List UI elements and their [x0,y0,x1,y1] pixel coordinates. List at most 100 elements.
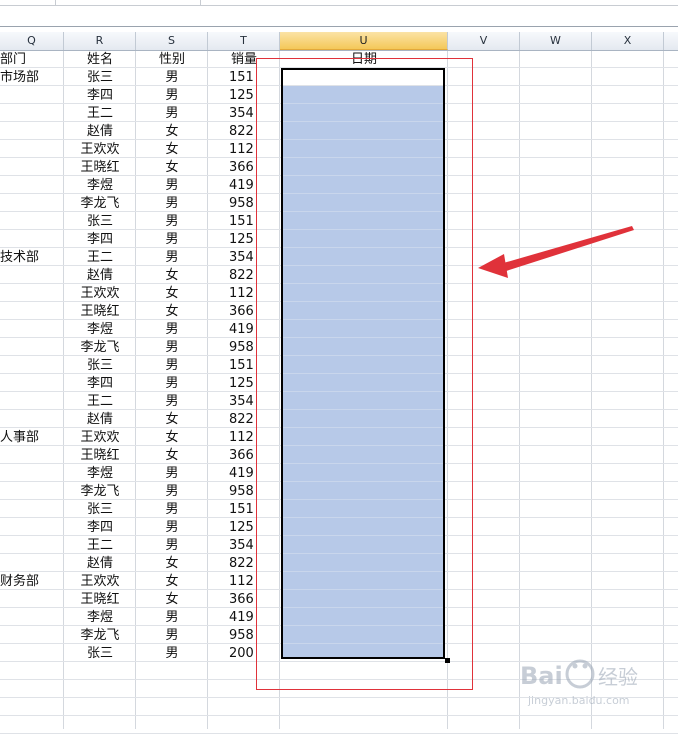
gender-cell[interactable]: 女 [136,573,208,591]
gender-cell[interactable]: 女 [136,555,208,573]
sales-cell[interactable]: 822 [229,411,257,429]
sales-cell[interactable]: 112 [229,285,257,303]
sales-cell[interactable]: 151 [229,213,257,231]
sales-cell[interactable]: 151 [229,357,257,375]
gender-cell[interactable]: 男 [136,195,208,213]
name-cell[interactable]: 王晓红 [64,159,136,177]
name-cell[interactable]: 赵倩 [64,555,136,573]
name-cell[interactable]: 李龙飞 [64,627,136,645]
header-cell-dept[interactable]: 部门 [0,51,62,69]
sales-cell[interactable]: 354 [229,249,257,267]
dept-cell[interactable]: 财务部 [0,573,64,591]
sales-cell[interactable]: 419 [229,177,257,195]
gender-cell[interactable]: 男 [136,321,208,339]
sales-cell[interactable]: 958 [229,339,257,357]
gender-cell[interactable]: 女 [136,591,208,609]
gender-cell[interactable]: 男 [136,357,208,375]
name-cell[interactable]: 李龙飞 [64,483,136,501]
sales-cell[interactable]: 354 [229,105,257,123]
name-cell[interactable]: 李四 [64,87,136,105]
name-cell[interactable]: 李四 [64,375,136,393]
name-cell[interactable]: 李龙飞 [64,195,136,213]
name-cell[interactable]: 王欢欢 [64,429,136,447]
sales-cell[interactable]: 112 [229,573,257,591]
gender-cell[interactable]: 男 [136,627,208,645]
name-cell[interactable]: 王晓红 [64,591,136,609]
gender-cell[interactable]: 女 [136,267,208,285]
sales-cell[interactable]: 958 [229,627,257,645]
sales-cell[interactable]: 151 [229,501,257,519]
sales-cell[interactable]: 366 [229,303,257,321]
sales-cell[interactable]: 125 [229,87,257,105]
sales-cell[interactable]: 366 [229,591,257,609]
gender-cell[interactable]: 男 [136,375,208,393]
gender-cell[interactable]: 男 [136,231,208,249]
gender-cell[interactable]: 男 [136,69,208,87]
name-cell[interactable]: 王二 [64,393,136,411]
sales-cell[interactable]: 419 [229,321,257,339]
name-cell[interactable]: 李龙飞 [64,339,136,357]
sales-cell[interactable]: 958 [229,483,257,501]
name-cell[interactable]: 赵倩 [64,411,136,429]
sales-cell[interactable]: 958 [229,195,257,213]
column-header-q[interactable]: Q [0,32,64,50]
gender-cell[interactable]: 男 [136,249,208,267]
column-header-r[interactable]: R [64,32,136,50]
name-cell[interactable]: 李煜 [64,321,136,339]
sales-cell[interactable]: 822 [229,267,257,285]
gender-cell[interactable]: 女 [136,429,208,447]
sales-cell[interactable]: 200 [229,645,257,663]
gender-cell[interactable]: 女 [136,123,208,141]
gender-cell[interactable]: 男 [136,501,208,519]
sales-cell[interactable]: 125 [229,519,257,537]
gender-cell[interactable]: 男 [136,213,208,231]
name-cell[interactable]: 王欢欢 [64,285,136,303]
header-cell-name[interactable]: 姓名 [64,51,136,69]
sales-cell[interactable]: 112 [229,141,257,159]
name-cell[interactable]: 张三 [64,69,136,87]
gender-cell[interactable]: 女 [136,285,208,303]
name-cell[interactable]: 李煜 [64,609,136,627]
gender-cell[interactable]: 男 [136,483,208,501]
column-header-u[interactable]: U [280,32,448,50]
name-cell[interactable]: 李煜 [64,177,136,195]
gender-cell[interactable]: 男 [136,537,208,555]
gender-cell[interactable]: 女 [136,159,208,177]
dept-cell[interactable]: 人事部 [0,429,64,447]
name-cell[interactable]: 王二 [64,105,136,123]
gender-cell[interactable]: 男 [136,519,208,537]
gender-cell[interactable]: 女 [136,303,208,321]
sales-cell[interactable]: 354 [229,393,257,411]
gender-cell[interactable]: 男 [136,465,208,483]
column-header-w[interactable]: W [520,32,592,50]
name-cell[interactable]: 赵倩 [64,123,136,141]
name-cell[interactable]: 赵倩 [64,267,136,285]
gender-cell[interactable]: 男 [136,105,208,123]
column-header-s[interactable]: S [136,32,208,50]
name-cell[interactable]: 王欢欢 [64,573,136,591]
sales-cell[interactable]: 354 [229,537,257,555]
name-cell[interactable]: 王晓红 [64,447,136,465]
sales-cell[interactable]: 125 [229,231,257,249]
name-cell[interactable]: 李四 [64,519,136,537]
name-cell[interactable]: 王二 [64,249,136,267]
dept-cell[interactable]: 市场部 [0,69,64,87]
name-cell[interactable]: 王二 [64,537,136,555]
gender-cell[interactable]: 男 [136,339,208,357]
name-cell[interactable]: 张三 [64,501,136,519]
sales-cell[interactable]: 419 [229,609,257,627]
sales-cell[interactable]: 366 [229,447,257,465]
sales-cell[interactable]: 112 [229,429,257,447]
column-header-x[interactable]: X [592,32,664,50]
name-cell[interactable]: 李四 [64,231,136,249]
column-header-v[interactable]: V [448,32,520,50]
gender-cell[interactable]: 男 [136,87,208,105]
sales-cell[interactable]: 822 [229,123,257,141]
gender-cell[interactable]: 男 [136,645,208,663]
gender-cell[interactable]: 男 [136,177,208,195]
header-cell-gender[interactable]: 性别 [136,51,208,69]
gender-cell[interactable]: 男 [136,609,208,627]
sales-cell[interactable]: 151 [229,69,257,87]
gender-cell[interactable]: 女 [136,447,208,465]
name-cell[interactable]: 张三 [64,213,136,231]
